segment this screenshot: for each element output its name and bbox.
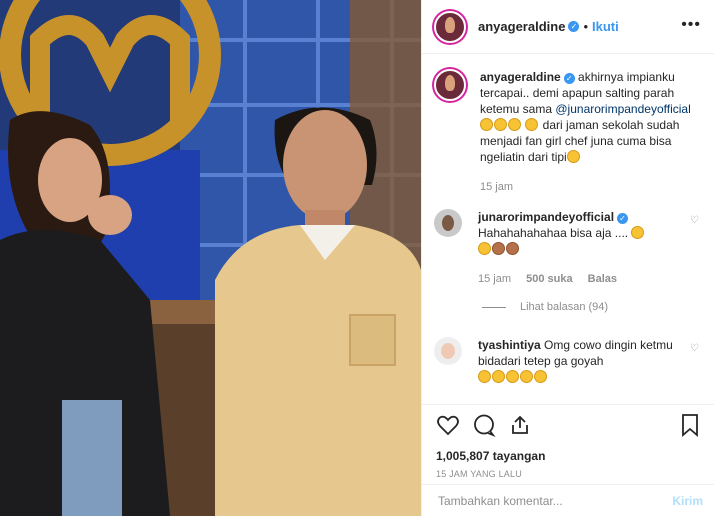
emoji-icon: [506, 370, 519, 383]
emoji-icon: [492, 370, 505, 383]
emoji-icon: [492, 242, 505, 255]
emoji-icon: [508, 118, 521, 131]
heart-icon[interactable]: [436, 413, 460, 442]
replies-line: [482, 306, 506, 308]
comment-text: Hahahahahahaa bisa aja ....: [478, 226, 632, 240]
bookmark-icon[interactable]: [679, 413, 701, 442]
caption-meta: 15 jam: [480, 179, 699, 195]
view-replies-button[interactable]: Lihat balasan (94): [434, 301, 699, 313]
emoji-icon: [534, 370, 547, 383]
reply-button[interactable]: Balas: [588, 273, 617, 285]
author-username[interactable]: anyageraldine: [478, 19, 565, 34]
share-icon[interactable]: [508, 413, 532, 442]
commenter-avatar[interactable]: [434, 337, 462, 365]
post-header: anyageraldine ✓ • Ikuti •••: [422, 0, 714, 54]
action-icons: [436, 411, 701, 443]
caption-time[interactable]: 15 jam: [480, 181, 513, 193]
like-comment-icon[interactable]: ♡: [690, 215, 699, 226]
separator-dot: •: [583, 19, 588, 34]
add-comment-bar: Tambahkan komentar... Kirim: [422, 484, 714, 516]
emoji-icon: [506, 242, 519, 255]
video-frame: [0, 0, 421, 516]
verified-badge-icon: ✓: [568, 21, 580, 32]
view-replies-label: Lihat balasan (94): [520, 301, 609, 313]
emoji-icon: [566, 150, 580, 163]
comment-item: tyashintiya Omg cowo dingin ketmu bidada…: [434, 337, 699, 385]
verified-badge-icon: ✓: [617, 213, 629, 224]
action-bar: 1,005,807 tayangan 15 JAM YANG LALU: [422, 404, 714, 484]
comment-meta: 15 jam 500 suka Balas: [478, 271, 678, 287]
emoji-icon: [525, 118, 539, 131]
commenter-username[interactable]: tyashintiya: [478, 338, 541, 352]
post-side-panel: anyageraldine ✓ • Ikuti ••• anyageraldin…: [421, 0, 714, 516]
ellipsis-icon[interactable]: •••: [681, 16, 701, 34]
emoji-icon: [494, 118, 507, 131]
follow-button[interactable]: Ikuti: [592, 19, 619, 34]
caption: anyageraldine ✓ akhirnya impianku tercapa…: [434, 69, 699, 195]
verified-badge-icon: ✓: [563, 73, 575, 84]
caption-username[interactable]: anyageraldine: [480, 70, 561, 84]
emoji-icon: [631, 226, 645, 239]
author-avatar[interactable]: [434, 10, 466, 43]
comment-icon[interactable]: [472, 413, 496, 442]
emoji-icon: [478, 370, 491, 383]
like-comment-icon[interactable]: ♡: [690, 343, 699, 354]
emoji-icon: [478, 242, 491, 255]
comment-likes[interactable]: 500 suka: [526, 273, 572, 285]
comment-item: junarorimpandeyofficial ✓ Hahahahahahaa b…: [434, 209, 699, 287]
comments-list[interactable]: anyageraldine ✓ akhirnya impianku tercapa…: [422, 55, 714, 405]
post-timestamp[interactable]: 15 JAM YANG LALU: [436, 469, 701, 479]
commenter-username[interactable]: junarorimpandeyofficial: [478, 210, 614, 224]
comment-input[interactable]: Tambahkan komentar...: [438, 494, 672, 508]
post-media[interactable]: [0, 0, 421, 516]
commenter-avatar[interactable]: [434, 209, 462, 237]
view-count[interactable]: 1,005,807 tayangan: [436, 449, 701, 463]
comment-time[interactable]: 15 jam: [478, 273, 511, 285]
caption-avatar[interactable]: [434, 69, 466, 101]
send-button[interactable]: Kirim: [672, 494, 703, 508]
emoji-icon: [480, 118, 493, 131]
emoji-icon: [520, 370, 533, 383]
caption-mention[interactable]: @junarorimpandeyofficial: [555, 102, 690, 116]
